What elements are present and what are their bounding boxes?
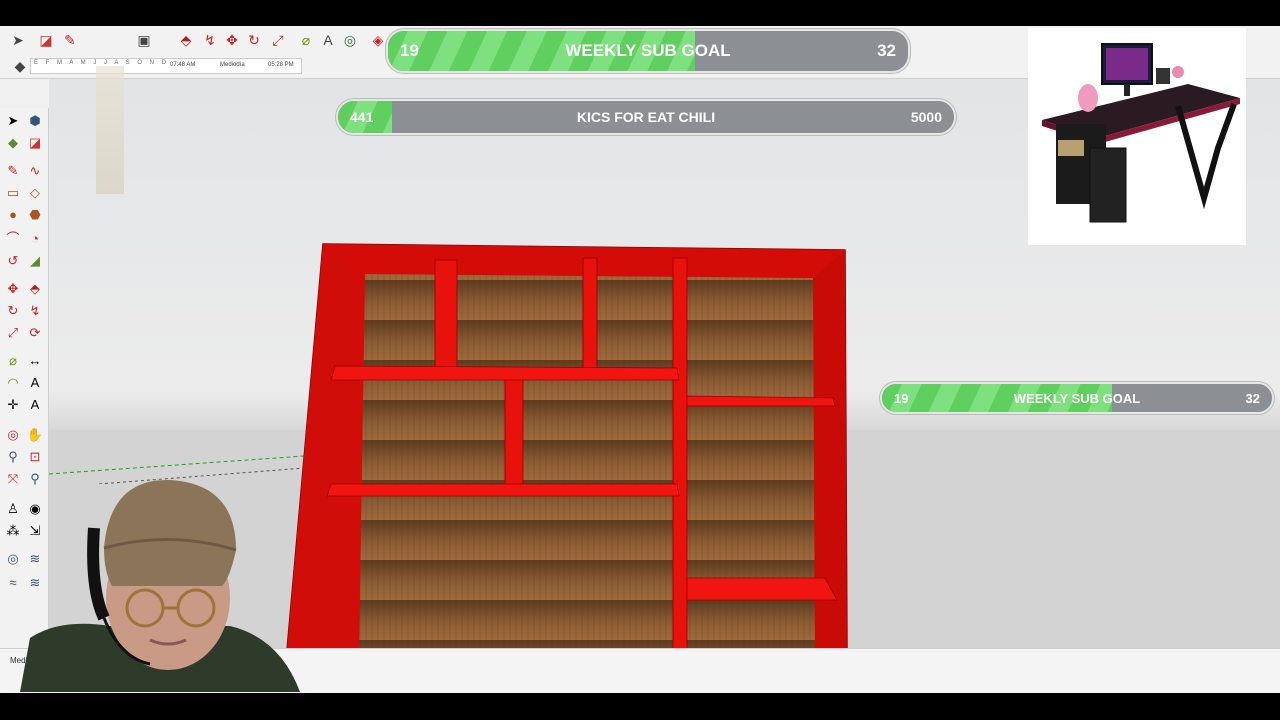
reference-desk-image (1028, 28, 1246, 245)
scale-icon[interactable]: ⤢ (4, 324, 22, 342)
divider-1 (434, 259, 458, 373)
zoom-window-icon[interactable]: ⊡ (26, 448, 44, 466)
orbit-icon[interactable]: ◎ (342, 32, 358, 48)
tape-measure-icon[interactable]: ⌀ (298, 32, 314, 48)
offset-icon[interactable]: ⟳ (26, 324, 44, 342)
goal-label: WEEKLY SUB GOAL (565, 41, 731, 60)
drape-icon[interactable]: ◢ (26, 252, 44, 270)
divider-4 (504, 371, 524, 491)
3d-text-icon[interactable]: A (26, 396, 44, 414)
select-icon[interactable]: ➤ (4, 112, 22, 130)
text-icon[interactable]: A (320, 32, 336, 48)
text-icon[interactable]: A (26, 374, 44, 392)
pencil-icon[interactable]: ✎ (4, 162, 22, 180)
follow-me-icon[interactable]: ↯ (202, 32, 218, 48)
shelf-4 (686, 577, 838, 601)
dimension-icon[interactable]: ↔ (26, 352, 44, 370)
arc-3pt-icon[interactable]: ↺ (4, 252, 22, 270)
goal-target: 32 (877, 41, 896, 60)
goal-label: KICS FOR EAT CHILI (576, 109, 716, 125)
protractor-icon[interactable]: ◠ (4, 374, 22, 392)
push-pull-icon[interactable]: ⬘ (178, 32, 194, 48)
rotated-rectangle-icon[interactable]: ◇ (26, 184, 44, 202)
push-pull-icon[interactable]: ⬘ (26, 280, 44, 298)
rectangle-icon[interactable]: ▭ (4, 184, 22, 202)
webcam-overlay (0, 468, 310, 692)
zoom-icon[interactable]: ⚲ (4, 448, 22, 466)
weekly-sub-goal-bar-right: 19 WEEKLY SUB GOAL 32 (880, 382, 1274, 414)
orbit-icon[interactable]: ◎ (4, 426, 22, 444)
rotate-icon[interactable]: ↻ (4, 302, 22, 320)
divider-2 (582, 257, 598, 373)
goal-label: WEEKLY SUB GOAL (1013, 390, 1141, 406)
weekly-sub-goal-bar-top: 19 WEEKLY SUB GOAL 32 (386, 29, 910, 73)
shelf-2 (326, 483, 680, 497)
polygon-icon[interactable]: ⬣ (26, 206, 44, 224)
move-icon[interactable]: ✥ (4, 280, 22, 298)
paint-bucket-icon[interactable]: ◆ (12, 58, 28, 74)
kics-goal-bar: 441 KICS FOR EAT CHILI 5000 (336, 99, 956, 135)
tape-measure-icon[interactable]: ⌀ (4, 352, 22, 370)
scale-icon[interactable]: ⤢ (270, 32, 286, 48)
shelf-1 (330, 365, 680, 381)
freehand-icon[interactable]: ∿ (26, 162, 44, 180)
goal-target: 32 (1245, 390, 1260, 406)
move-icon[interactable]: ✥ (224, 32, 240, 48)
arc-icon[interactable]: ⌒ (4, 230, 22, 248)
pie-icon[interactable]: ◔ (26, 230, 44, 248)
axes-icon[interactable]: ✛ (4, 396, 22, 414)
component-icon[interactable]: ⬢ (26, 112, 44, 130)
bookcase-model[interactable] (285, 240, 850, 650)
section-icon[interactable]: ◈ (370, 32, 386, 48)
paint-bucket-icon[interactable]: ◆ (4, 134, 22, 152)
select-icon[interactable]: ➤ (10, 32, 26, 48)
ghost-overlay (96, 66, 124, 194)
pan-icon[interactable]: ✋ (26, 426, 44, 444)
circle-icon[interactable]: ● (4, 206, 22, 224)
shelf-3 (686, 395, 836, 407)
follow-me-icon[interactable]: ↯ (26, 302, 44, 320)
shadow-time-am: 07:48 AM (170, 62, 196, 68)
pencil-icon[interactable]: ✎ (62, 32, 78, 48)
divider-3 (672, 257, 688, 650)
eraser-icon[interactable]: ◪ (38, 32, 54, 48)
rotate-icon[interactable]: ↻ (246, 32, 262, 48)
shadow-time-mid: Mediodía (220, 62, 245, 68)
shadow-time-pm: 05:28 PM (268, 62, 294, 68)
goal-target: 5000 (910, 109, 942, 125)
rectangle-icon[interactable]: ▣ (136, 32, 152, 48)
eraser-icon[interactable]: ◪ (26, 134, 44, 152)
